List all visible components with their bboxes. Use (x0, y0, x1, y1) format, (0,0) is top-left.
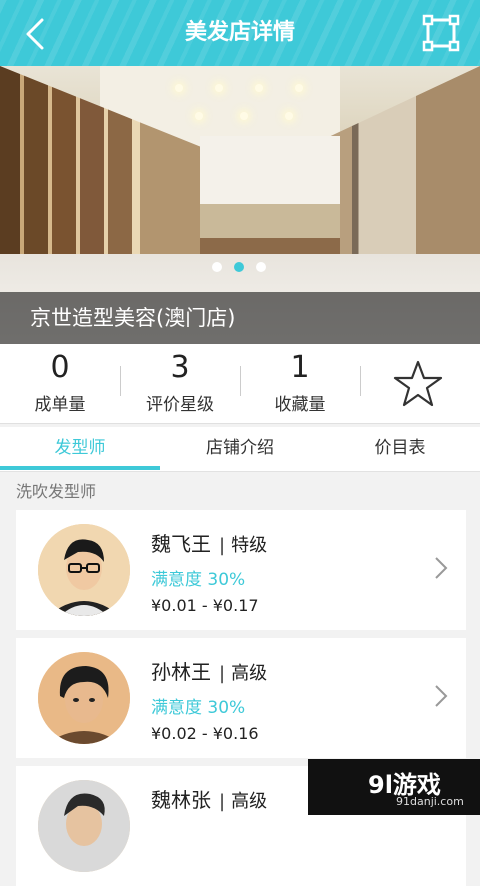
carousel-dot[interactable] (256, 262, 266, 272)
top-bar: 美发店详情 (0, 0, 480, 66)
chevron-right-icon (434, 556, 448, 580)
stylist-card[interactable]: 魏飞王特级 满意度 30% ¥0.01 - ¥0.17 (16, 510, 466, 630)
stylist-name-row: 魏飞王特级 (151, 528, 267, 557)
shop-stats: 0 成单量 3 评价星级 1 收藏量 (0, 344, 480, 424)
watermark-logo: 9l游戏 91danji.com (308, 759, 480, 815)
chevron-left-icon (18, 16, 54, 52)
stylist-level: 高级 (219, 663, 267, 684)
favorites-label: 收藏量 (240, 390, 360, 415)
stylist-photo (38, 652, 130, 744)
star-outline-icon (390, 358, 446, 410)
stylist-card[interactable]: 孙林王高级 满意度 30% ¥0.02 - ¥0.16 (16, 638, 466, 758)
stat-rating: 3 评价星级 (120, 344, 240, 424)
stylist-name: 魏飞王 (151, 532, 211, 556)
stylist-level: 特级 (219, 535, 267, 556)
fullscreen-icon (422, 14, 460, 52)
fullscreen-button[interactable] (422, 14, 460, 52)
stylist-satisfaction: 满意度 30% (151, 565, 245, 590)
stylist-satisfaction: 满意度 30% (151, 693, 245, 718)
avatar (38, 652, 130, 744)
tab-active-indicator (0, 466, 160, 470)
stylist-name: 魏林张 (151, 788, 211, 812)
orders-count: 0 (0, 350, 120, 386)
rating-label: 评价星级 (120, 390, 240, 415)
stylist-name: 孙林王 (151, 660, 211, 684)
page-title: 美发店详情 (0, 0, 480, 66)
carousel-indicators (212, 262, 266, 272)
rating-value: 3 (120, 350, 240, 386)
shop-banner-carousel[interactable]: 京世造型美容(澳门店) (0, 66, 480, 344)
stylist-photo (38, 780, 130, 872)
stylist-name-row: 魏林张高级 (151, 784, 267, 813)
orders-label: 成单量 (0, 390, 120, 415)
stat-orders: 0 成单量 (0, 344, 120, 424)
stylist-level: 高级 (219, 791, 267, 812)
carousel-dot-active[interactable] (234, 262, 244, 272)
stylist-price-range: ¥0.01 - ¥0.17 (151, 596, 259, 615)
divider (360, 366, 361, 396)
section-label: 洗吹发型师 (16, 478, 96, 502)
stat-favorites: 1 收藏量 (240, 344, 360, 424)
avatar (38, 780, 130, 872)
avatar (38, 524, 130, 616)
chevron-right-icon (434, 684, 448, 708)
tab-shop-intro[interactable]: 店铺介绍 (160, 427, 320, 472)
carousel-dot[interactable] (212, 262, 222, 272)
favorites-count: 1 (240, 350, 360, 386)
back-button[interactable] (18, 16, 54, 52)
stylist-price-range: ¥0.02 - ¥0.16 (151, 724, 259, 743)
tab-price-list[interactable]: 价目表 (320, 427, 480, 472)
shop-name-caption: 京世造型美容(澳门店) (0, 292, 480, 344)
stylist-photo (38, 524, 130, 616)
favorite-button[interactable] (390, 358, 446, 410)
watermark-fade (308, 759, 338, 815)
watermark-url: 91danji.com (396, 795, 464, 808)
stylist-name-row: 孙林王高级 (151, 656, 267, 685)
